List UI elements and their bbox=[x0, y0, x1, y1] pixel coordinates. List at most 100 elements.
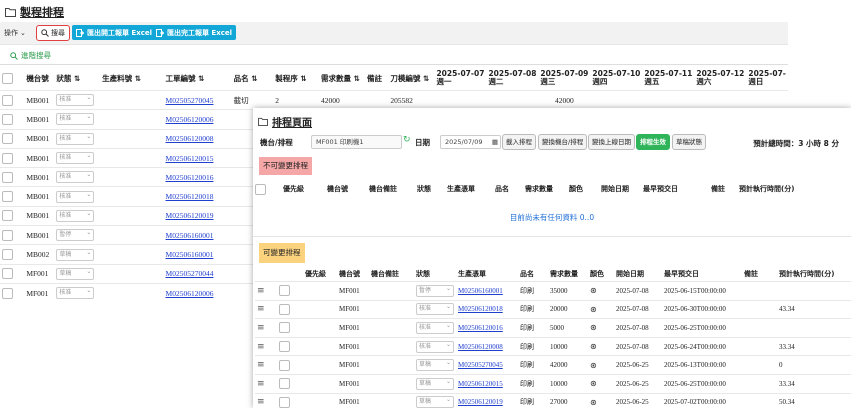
order-link[interactable]: M02505270044 bbox=[166, 269, 214, 278]
row-checkbox[interactable] bbox=[2, 171, 13, 183]
schedule-row[interactable]: ≡ MF001 草稿 M02506120015 印刷10000⊛ 2025-06-2520… bbox=[255, 373, 851, 394]
col-order[interactable]: 工單編號 ⇅ bbox=[163, 66, 232, 91]
order-link[interactable]: M02506120015 bbox=[458, 380, 503, 388]
drag-handle-icon[interactable]: ≡ bbox=[257, 397, 265, 407]
schedule-row[interactable]: ≡ MF001 草稿 M02506120019 印刷27000⊛ 2025-06-2520… bbox=[255, 392, 851, 408]
status-select[interactable]: 核准 bbox=[416, 340, 454, 353]
col-qty[interactable]: 需求數量 ⇅ bbox=[318, 66, 366, 91]
order-link[interactable]: M02506120006 bbox=[166, 289, 214, 298]
order-link[interactable]: M02505270045 bbox=[166, 96, 214, 105]
color-palette-icon[interactable]: ⊛ bbox=[590, 361, 597, 370]
color-palette-icon[interactable]: ⊛ bbox=[590, 305, 597, 314]
order-link[interactable]: M02505270045 bbox=[458, 361, 503, 369]
row-checkbox[interactable] bbox=[2, 229, 13, 241]
status-select[interactable]: 核准 bbox=[56, 112, 95, 126]
row-checkbox[interactable] bbox=[2, 94, 13, 106]
status-select[interactable]: 暫停 bbox=[416, 284, 454, 297]
drag-handle-icon[interactable]: ≡ bbox=[257, 286, 265, 296]
order-link[interactable]: M02506120018 bbox=[166, 192, 214, 201]
order-link[interactable]: M02506160001 bbox=[166, 231, 214, 240]
order-link[interactable]: M02506120008 bbox=[166, 134, 214, 143]
schedule-row[interactable]: ≡ MF001 核准 M02506120008 印刷10000⊛ 2025-07-0820… bbox=[255, 336, 851, 356]
color-palette-icon[interactable]: ⊛ bbox=[590, 286, 597, 295]
status-select[interactable]: 核准 bbox=[56, 151, 95, 165]
row-checkbox[interactable] bbox=[2, 287, 13, 299]
col-blade[interactable]: 刀模編號 ⇅ bbox=[388, 66, 435, 91]
status-select[interactable]: 草稿 bbox=[56, 267, 95, 280]
machine-select[interactable]: MF001 印刷機1 bbox=[311, 135, 402, 149]
color-palette-icon[interactable]: ⊛ bbox=[590, 379, 597, 388]
order-link[interactable]: M02506120006 bbox=[166, 115, 214, 124]
status-select[interactable]: 核准 bbox=[416, 302, 454, 316]
order-link[interactable]: M02506160001 bbox=[166, 250, 214, 259]
advanced-search-link[interactable]: 進階搜尋 bbox=[10, 50, 51, 61]
row-checkbox[interactable] bbox=[279, 396, 290, 408]
row-checkbox[interactable] bbox=[2, 133, 13, 145]
order-link[interactable]: M02506120018 bbox=[458, 305, 503, 313]
draft-status-button[interactable]: 草稿狀態 bbox=[672, 134, 706, 150]
drag-handle-icon[interactable]: ≡ bbox=[257, 323, 265, 333]
status-select[interactable]: 草稿 bbox=[416, 395, 454, 408]
row-checkbox[interactable] bbox=[2, 268, 13, 280]
status-select[interactable]: 草稿 bbox=[416, 358, 454, 372]
order-link[interactable]: M02506120016 bbox=[458, 324, 503, 332]
order-link[interactable]: M02506120008 bbox=[458, 343, 503, 351]
drag-handle-icon[interactable]: ≡ bbox=[257, 304, 265, 314]
status-select[interactable]: 核准 bbox=[56, 209, 95, 222]
export-start-excel-button[interactable]: 匯出開工報單 Excel bbox=[72, 25, 157, 40]
color-palette-icon[interactable]: ⊛ bbox=[590, 398, 597, 407]
col-seq[interactable]: 製程序 ⇅ bbox=[273, 66, 319, 91]
status-select[interactable]: 草稿 bbox=[416, 377, 454, 390]
col-material[interactable]: 生產料號 ⇅ bbox=[100, 66, 164, 91]
select-all-checkbox[interactable] bbox=[255, 183, 266, 195]
drag-handle-icon[interactable]: ≡ bbox=[257, 360, 265, 370]
row-checkbox[interactable] bbox=[279, 322, 290, 334]
import-schedule-button[interactable]: 載入排程 bbox=[502, 134, 536, 150]
switch-machine-button[interactable]: 變換機台/排程 bbox=[538, 134, 588, 150]
row-checkbox[interactable] bbox=[279, 359, 290, 371]
status-select[interactable]: 核准 bbox=[56, 190, 95, 203]
status-select[interactable]: 暫停 bbox=[56, 228, 95, 242]
row-checkbox[interactable] bbox=[279, 303, 290, 315]
refresh-icon[interactable]: ↻ bbox=[403, 135, 411, 145]
row-checkbox[interactable] bbox=[279, 285, 290, 297]
order-link[interactable]: M02506120016 bbox=[166, 173, 214, 182]
drag-handle-icon[interactable]: ≡ bbox=[257, 379, 265, 389]
status-select[interactable]: 核准 bbox=[56, 132, 95, 145]
order-link[interactable]: M02506160001 bbox=[458, 287, 503, 295]
status-select[interactable]: 核准 bbox=[56, 170, 95, 184]
row-checkbox[interactable] bbox=[279, 378, 290, 390]
order-link[interactable]: M02506120015 bbox=[166, 154, 214, 163]
row-checkbox[interactable] bbox=[279, 341, 290, 353]
status-select[interactable]: 核准 bbox=[56, 286, 95, 300]
col-status[interactable]: 狀態 ⇅ bbox=[54, 66, 101, 91]
status-select[interactable]: 草稿 bbox=[56, 248, 95, 261]
search-button[interactable]: 搜尋 bbox=[36, 25, 70, 41]
switch-online-date-button[interactable]: 變換上線日期 bbox=[588, 134, 635, 150]
col-name[interactable]: 品名 ⇅ bbox=[231, 66, 274, 91]
drag-handle-icon[interactable]: ≡ bbox=[257, 342, 265, 352]
date-input[interactable]: 2025/07/09 ▦ bbox=[440, 135, 501, 149]
color-palette-icon[interactable]: ⊛ bbox=[590, 342, 597, 351]
apply-schedule-button[interactable]: 排程生效 bbox=[636, 134, 670, 150]
schedule-row[interactable]: ≡ MF001 暫停 M02506160001 印刷35000⊛ 2025-07-0820… bbox=[255, 281, 851, 301]
row-checkbox[interactable] bbox=[2, 191, 13, 203]
color-palette-icon[interactable]: ⊛ bbox=[590, 323, 597, 332]
export-finish-excel-button[interactable]: 匯出完工報單 Excel bbox=[152, 25, 237, 40]
row-checkbox[interactable] bbox=[2, 210, 13, 222]
row-checkbox[interactable] bbox=[2, 249, 13, 261]
schedule-row[interactable]: ≡ MF001 核准 M02506120016 印刷5000⊛ 2025-07-08202… bbox=[255, 318, 851, 338]
operation-dropdown[interactable]: 操作 ⌄ bbox=[4, 26, 26, 40]
schedule-row[interactable]: ≡ MF001 草稿 M02505270045 印刷42000⊛ 2025-06-2520… bbox=[255, 355, 851, 375]
machine-cell: MF001 bbox=[24, 283, 55, 300]
row-checkbox[interactable] bbox=[2, 152, 13, 164]
status-select[interactable]: 核准 bbox=[416, 321, 454, 334]
sort-icon: ⇅ bbox=[198, 73, 205, 83]
schedule-row[interactable]: ≡ MF001 核准 M02506120018 印刷20000⊛ 2025-07-0820… bbox=[255, 299, 851, 319]
select-all-checkbox[interactable] bbox=[2, 72, 13, 84]
status-select[interactable]: 核准 bbox=[56, 93, 95, 107]
table-row[interactable]: MB001核准M02505270045截切24200020558242000 bbox=[0, 90, 788, 111]
row-checkbox[interactable] bbox=[2, 113, 13, 125]
order-link[interactable]: M02506120019 bbox=[166, 211, 214, 220]
order-link[interactable]: M02506120019 bbox=[458, 398, 503, 406]
